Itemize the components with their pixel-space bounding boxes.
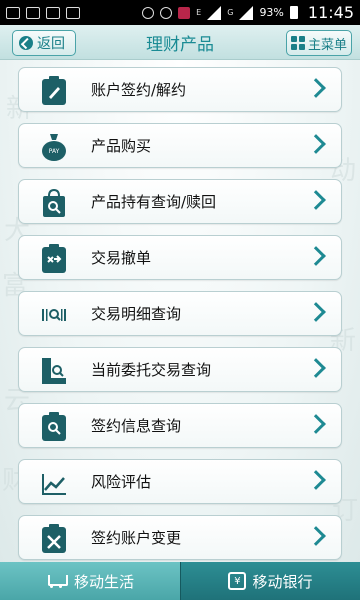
- grid-menu-icon: [291, 36, 305, 50]
- menu-item-account-sign[interactable]: 账户签约/解约: [18, 67, 342, 112]
- menu-item-label: 签约信息查询: [91, 417, 182, 435]
- home-app-icon: [178, 6, 191, 19]
- clipboard-shuffle-icon: [42, 244, 66, 273]
- settings-icon: [66, 6, 80, 19]
- battery-percent: 93%: [259, 6, 284, 19]
- tab-mobile-life[interactable]: 移动生活: [0, 562, 180, 600]
- document-search-icon: [42, 358, 66, 384]
- chevron-right-icon: [306, 190, 326, 210]
- tab-label: 移动银行: [252, 572, 313, 591]
- wifi-icon: [160, 6, 173, 19]
- alarm-icon: [142, 6, 155, 19]
- menu-item-cancel-trade[interactable]: 交易撤单: [18, 235, 342, 280]
- shopping-cart-icon: [46, 573, 68, 589]
- clipboard-pen-icon: [42, 76, 66, 105]
- menu-item-sign-info[interactable]: 签约信息查询: [18, 403, 342, 448]
- chevron-right-icon: [306, 246, 326, 266]
- money-bag-icon: PAY: [42, 134, 66, 161]
- main-menu-label: 主菜单: [308, 37, 348, 53]
- clipboard-search-icon: [42, 412, 66, 441]
- menu-item-label: 产品购买: [91, 137, 152, 155]
- menu-item-label: 产品持有查询/赎回: [91, 193, 217, 211]
- image-icon: [26, 6, 40, 19]
- signal-icon-2: [239, 5, 254, 20]
- menu-item-label: 当前委托交易查询: [91, 361, 212, 379]
- usb-icon: [46, 6, 60, 19]
- menu-item-current-order[interactable]: 当前委托交易查询: [18, 347, 342, 392]
- menu-item-holding-query[interactable]: 产品持有查询/赎回: [18, 179, 342, 224]
- chevron-right-icon: [306, 302, 326, 322]
- bag-search-icon: [43, 188, 65, 217]
- battery-icon: [289, 6, 298, 19]
- back-arrow-icon: [19, 36, 33, 50]
- menu-item-risk-assessment[interactable]: 风险评估: [18, 459, 342, 504]
- chevron-right-icon: [306, 78, 326, 98]
- menu-item-change-account[interactable]: 签约账户变更: [18, 515, 342, 560]
- chevron-right-icon: [306, 134, 326, 154]
- chevron-right-icon: [306, 358, 326, 378]
- tab-label: 移动生活: [73, 572, 134, 591]
- clipboard-tools-icon: [42, 524, 66, 553]
- signal-icon: [207, 5, 222, 20]
- menu-item-label: 交易明细查询: [91, 305, 182, 323]
- network-small: E: [196, 8, 202, 17]
- chevron-right-icon: [306, 470, 326, 490]
- menu-item-trade-detail[interactable]: 交易明细查询: [18, 291, 342, 336]
- network-label: G: [227, 8, 234, 17]
- menu-item-label: 风险评估: [91, 473, 152, 491]
- yuan-card-icon: ¥: [228, 572, 247, 590]
- menu-content: 新 动 大 富 新 云 财 订 账户签约/解约 PAY 产品购买 产品持有查: [0, 60, 360, 562]
- back-button[interactable]: 返回: [12, 30, 76, 56]
- menu-item-product-purchase[interactable]: PAY 产品购买: [18, 123, 342, 168]
- tab-mobile-bank[interactable]: ¥ 移动银行: [180, 562, 360, 600]
- svg-text:PAY: PAY: [49, 148, 60, 155]
- main-menu-button[interactable]: 主菜单: [286, 30, 352, 56]
- line-chart-icon: [42, 474, 66, 495]
- menu-item-label: 签约账户变更: [91, 529, 182, 547]
- clock: 11:45: [307, 3, 354, 22]
- notification-icon: [6, 6, 20, 19]
- status-bar: E G 93% 11:45: [0, 0, 360, 25]
- chevron-right-icon: [306, 526, 326, 546]
- bottom-tab-bar: 移动生活 ¥ 移动银行: [0, 562, 360, 600]
- menu-item-label: 账户签约/解约: [91, 81, 187, 99]
- chevron-right-icon: [306, 414, 326, 434]
- barcode-search-icon: [42, 309, 66, 321]
- page-title: 理财产品: [146, 34, 214, 55]
- header: 返回 理财产品 主菜单: [0, 25, 360, 60]
- menu-item-label: 交易撤单: [91, 249, 152, 267]
- back-label: 返回: [37, 36, 65, 52]
